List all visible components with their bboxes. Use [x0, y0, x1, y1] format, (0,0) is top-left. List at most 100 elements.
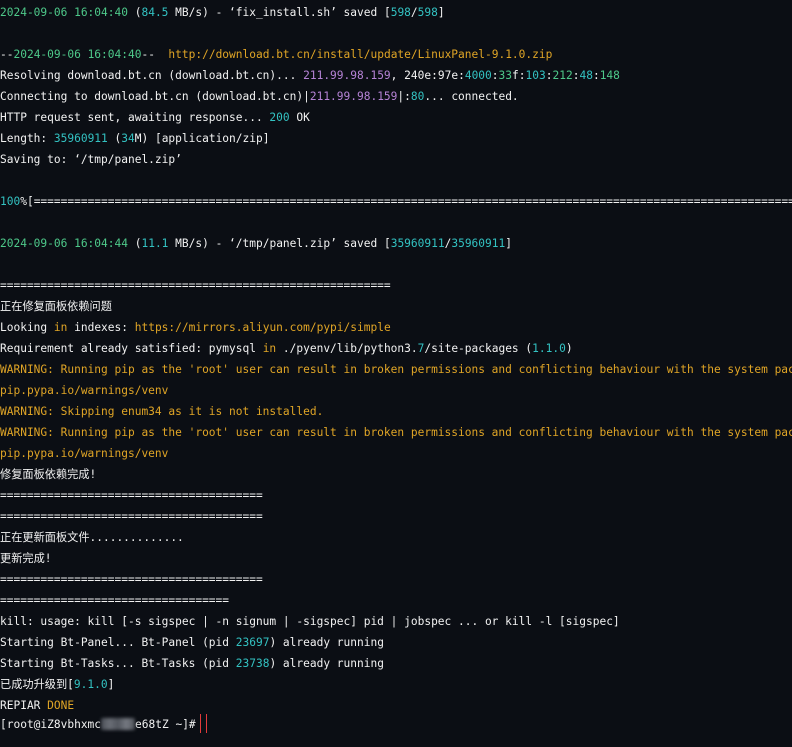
- terminal-text-segment: https://mirrors.aliyun.com/pypi/simple: [134, 321, 391, 334]
- terminal-text-segment: 598: [417, 6, 438, 19]
- terminal-text-segment: /site-packages (: [424, 342, 533, 355]
- terminal-text-segment: kill: usage: kill [-s sigspec | -n signu…: [0, 615, 620, 628]
- terminal-text-segment: DONE: [47, 699, 75, 712]
- terminal-text-segment: 1.1.0: [532, 342, 566, 355]
- terminal-output-line: Connecting to download.bt.cn (download.b…: [0, 86, 792, 107]
- terminal-text-segment: 正在更新面板文件..............: [0, 531, 184, 544]
- terminal-text-segment: f: [512, 69, 519, 82]
- terminal-text-segment: Requirement already satisfied: pymysql: [0, 342, 263, 355]
- terminal-text-segment: MB/s) - ‘fix_install.sh’ saved [: [168, 6, 391, 19]
- terminal-text-segment: Resolving download.bt.cn (download.bt.cn…: [0, 69, 304, 82]
- terminal-text-segment: ... connected.: [424, 90, 519, 103]
- terminal-text-segment: [root@iZ8vbhxmc: [0, 718, 102, 731]
- terminal-text-segment: 97e: [437, 69, 459, 82]
- terminal-output-line: 修复面板依赖完成!: [0, 464, 792, 485]
- terminal-output-line: 已成功升级到[9.1.0]: [0, 674, 792, 695]
- terminal-output-line: ==================================: [0, 590, 792, 611]
- terminal-text-segment: Length:: [0, 132, 54, 145]
- terminal-text-segment: WARNING: Running pip as the 'root' user …: [0, 363, 792, 376]
- terminal-text-segment: %[======================================…: [20, 195, 792, 208]
- terminal-output-line: 2024-09-06 16:04:44 (11.1 MB/s) - ‘/tmp/…: [0, 233, 792, 254]
- terminal-output-line: pip.pypa.io/warnings/venv: [0, 443, 792, 464]
- terminal-text-segment: =======================================: [0, 510, 263, 523]
- terminal-text-segment: HTTP request sent, awaiting response...: [0, 111, 270, 124]
- terminal-text-segment: /: [410, 6, 418, 19]
- terminal-text-segment: |:: [397, 90, 411, 103]
- terminal-text-segment: :: [431, 69, 438, 82]
- terminal-text-segment: :: [518, 69, 526, 82]
- terminal-text-segment: ]: [107, 678, 115, 691]
- terminal-text-segment: pip.pypa.io/warnings/venv: [0, 384, 169, 397]
- terminal-text-segment: ./pyenv/lib/python3.: [276, 342, 418, 355]
- terminal-output-line: Length: 35960911 (34M) [application/zip]: [0, 128, 792, 149]
- terminal-output-line: Looking in indexes: https://mirrors.aliy…: [0, 317, 792, 338]
- terminal-text-segment: :: [592, 69, 600, 82]
- terminal-text-segment: WARNING: Running pip as the 'root' user …: [0, 426, 792, 439]
- terminal-output-line: REPIAR DONE: [0, 695, 792, 716]
- terminal-text-segment: 23697: [235, 636, 270, 649]
- terminal-output-line: =======================================: [0, 506, 792, 527]
- text-cursor: [199, 714, 201, 733]
- terminal-text-segment: --: [141, 48, 169, 61]
- terminal-text-segment: ========================================…: [0, 279, 391, 292]
- terminal-text-segment: Looking: [0, 321, 54, 334]
- terminal-text-segment: (: [127, 6, 142, 19]
- terminal-output-line: --2024-09-06 16:04:40-- http://download.…: [0, 44, 792, 65]
- text-cursor-secondary: [205, 714, 207, 733]
- terminal-output-line: WARNING: Skipping enum34 as it is not in…: [0, 401, 792, 422]
- terminal-output-line: 正在更新面板文件..............: [0, 527, 792, 548]
- terminal-text-segment: in: [53, 321, 68, 334]
- terminal-text-segment: indexes:: [67, 321, 135, 334]
- terminal-output-line: Requirement already satisfied: pymysql i…: [0, 338, 792, 359]
- terminal-text-segment: ) already running: [269, 636, 384, 649]
- terminal-text-segment: MB/s) - ‘/tmp/panel.zip’ saved [: [168, 237, 391, 250]
- terminal-window[interactable]: 2024-09-06 16:04:40 (84.5 MB/s) - ‘fix_i…: [0, 0, 792, 747]
- terminal-text-segment: 211.99.98.159: [303, 69, 391, 82]
- terminal-output-line: 2024-09-06 16:04:40 (84.5 MB/s) - ‘fix_i…: [0, 2, 792, 23]
- terminal-text-segment: 33: [498, 69, 513, 82]
- terminal-text-segment: 更新完成!: [0, 552, 52, 565]
- terminal-text-segment: OK: [289, 111, 310, 124]
- terminal-text-segment: 34: [121, 132, 135, 145]
- terminal-output-line: 正在修复面板依赖问题: [0, 296, 792, 317]
- terminal-text-segment: :: [491, 69, 499, 82]
- terminal-output-line: 100%[===================================…: [0, 191, 792, 212]
- terminal-output-line: Starting Bt-Panel... Bt-Panel (pid 23697…: [0, 632, 792, 653]
- terminal-text-segment: Starting Bt-Tasks... Bt-Tasks (pid: [0, 657, 236, 670]
- terminal-text-segment: 正在修复面板依赖问题: [0, 300, 112, 313]
- terminal-text-segment: ]: [505, 237, 512, 250]
- terminal-text-segment: 35960911: [53, 132, 108, 145]
- terminal-text-segment: http://download.bt.cn/install/update/Lin…: [168, 48, 553, 61]
- terminal-output-line: =======================================: [0, 485, 792, 506]
- terminal-text-segment: 240e: [404, 69, 432, 82]
- terminal-text-segment: :: [458, 69, 465, 82]
- terminal-text-segment: Starting Bt-Panel... Bt-Panel (pid: [0, 636, 236, 649]
- terminal-text-segment: 2024-09-06 16:04:40: [13, 48, 142, 61]
- terminal-text-segment: 100: [0, 195, 21, 208]
- terminal-text-segment: M) [application/zip]: [134, 132, 270, 145]
- terminal-text-segment: in: [262, 342, 277, 355]
- terminal-text-segment: Connecting to download.bt.cn (download.b…: [0, 90, 310, 103]
- terminal-text-segment: WARNING: Skipping enum34 as it is not in…: [0, 405, 324, 418]
- shell-prompt-line[interactable]: [root@iZ8vbhxmc e68tZ ~]#: [0, 714, 792, 735]
- terminal-text-segment: 103: [525, 69, 546, 82]
- terminal-text-segment: 9.1.0: [73, 678, 108, 691]
- terminal-output-line: WARNING: Running pip as the 'root' user …: [0, 422, 792, 443]
- terminal-text-segment: 修复面板依赖完成!: [0, 468, 97, 481]
- terminal-output-line: pip.pypa.io/warnings/venv: [0, 380, 792, 401]
- terminal-text-segment: 2024-09-06 16:04:44: [0, 237, 128, 250]
- terminal-text-segment: 200: [269, 111, 290, 124]
- terminal-text-segment: ,: [390, 69, 405, 82]
- terminal-text-segment: pip.pypa.io/warnings/venv: [0, 447, 169, 460]
- terminal-text-segment: 211.99.98.159: [309, 90, 398, 103]
- terminal-text-segment: 598: [390, 6, 411, 19]
- terminal-text-segment: 4000: [464, 69, 492, 82]
- terminal-text-segment: ) already running: [269, 657, 384, 670]
- terminal-output-line: ========================================…: [0, 275, 792, 296]
- terminal-text-segment: e68tZ ~]#: [135, 718, 196, 731]
- terminal-text-segment: REPIAR: [0, 699, 48, 712]
- terminal-text-segment: Saving to: ‘/tmp/panel.zip’: [0, 153, 182, 166]
- terminal-text-segment: 11.1: [141, 237, 169, 250]
- terminal-text-segment: 84.5: [141, 6, 169, 19]
- terminal-output-line: HTTP request sent, awaiting response... …: [0, 107, 792, 128]
